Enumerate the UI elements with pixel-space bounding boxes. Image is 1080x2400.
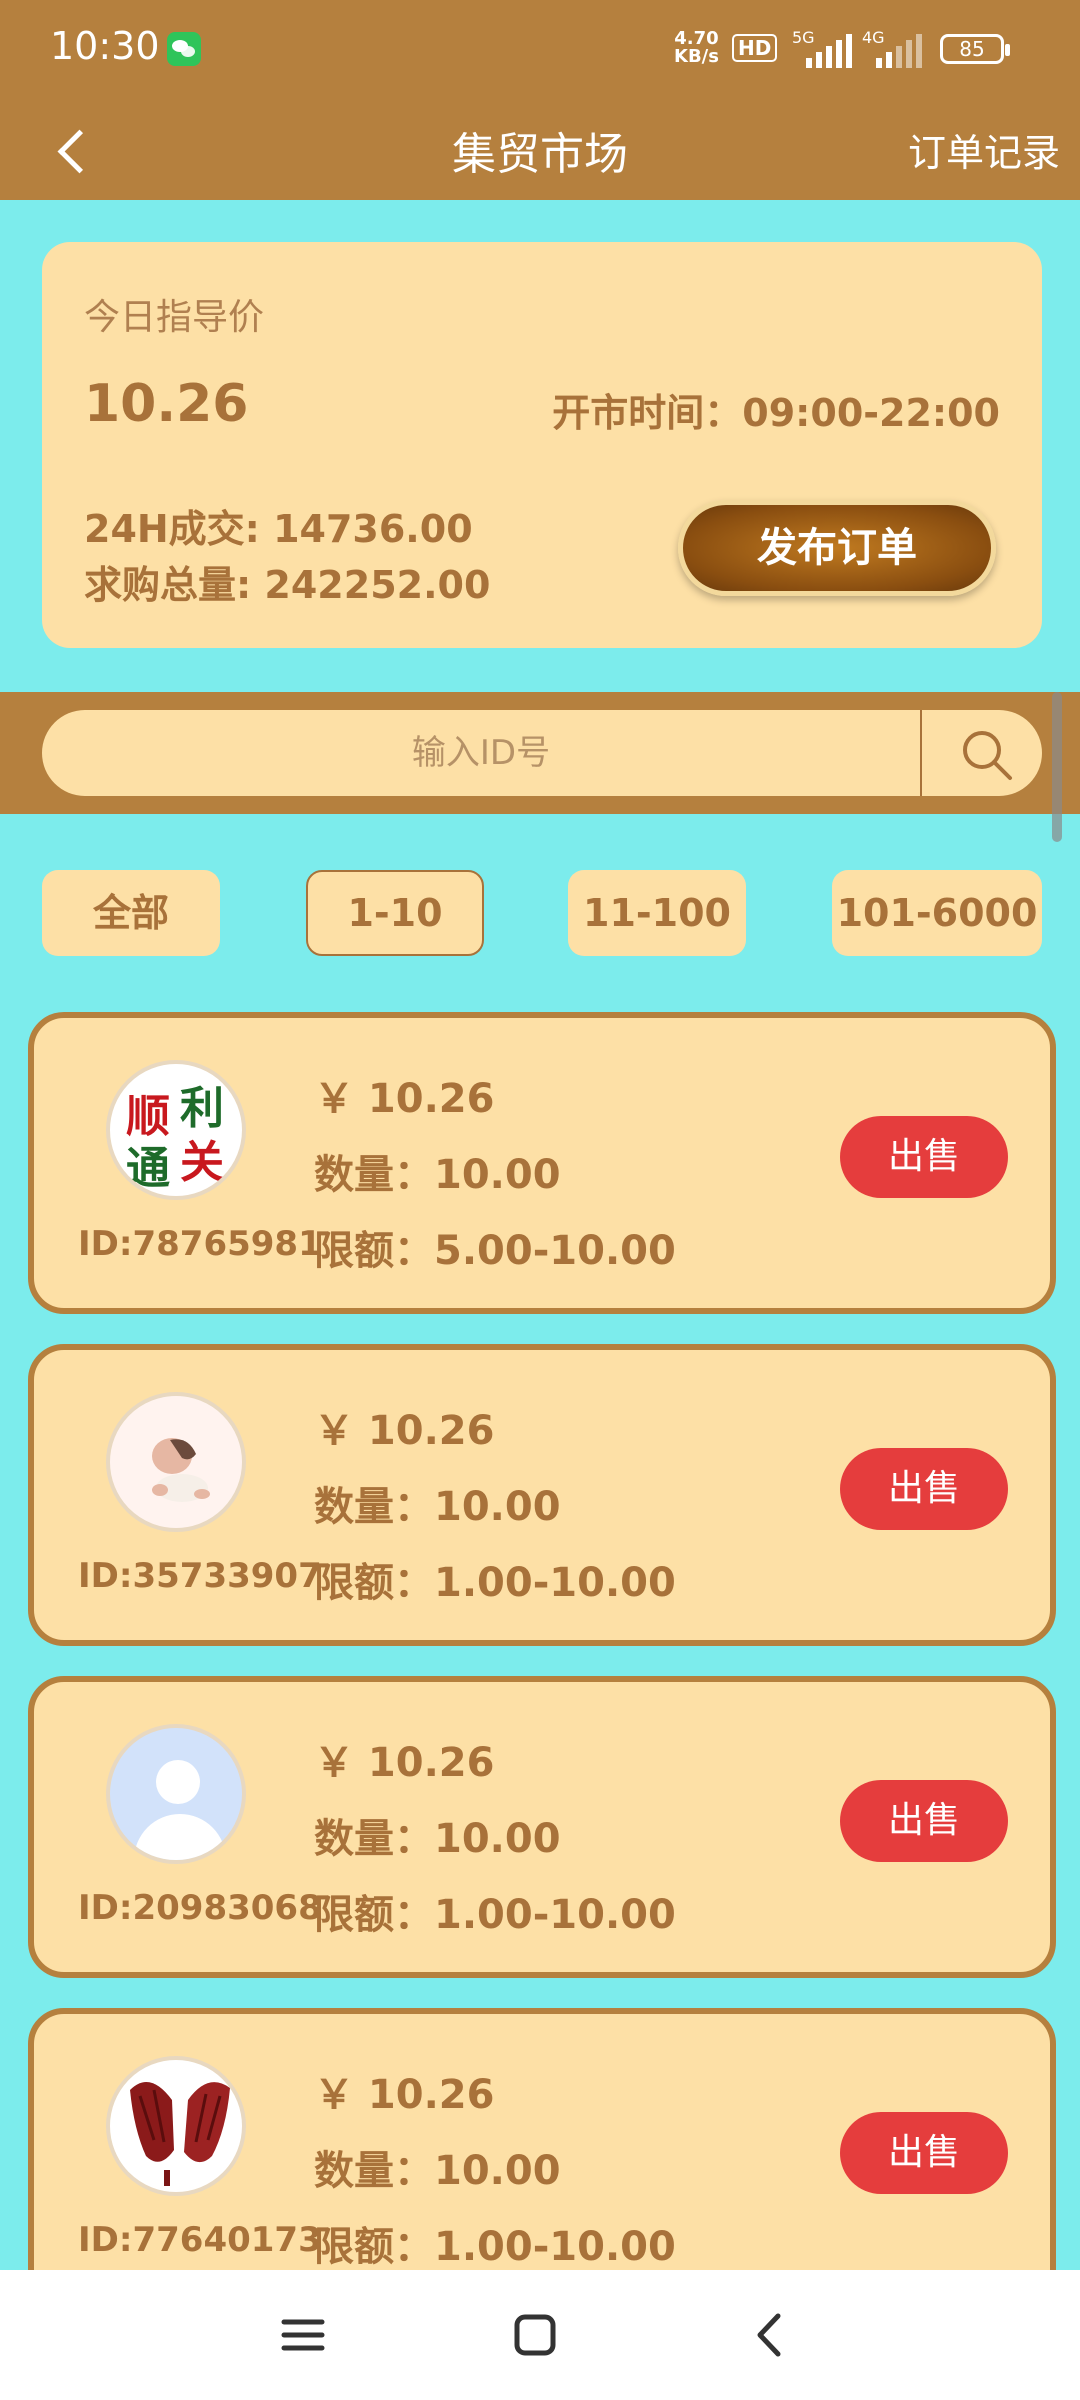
network-speed-unit: KB/s — [674, 46, 719, 67]
filter-tab-1-10[interactable]: 1-10 — [306, 870, 484, 956]
signal-4g-icon: 4G — [862, 28, 922, 68]
search-button[interactable] — [922, 710, 1042, 796]
guide-price-value: 10.26 — [84, 374, 249, 434]
listing-limit: 限额：1.00-10.00 — [314, 1560, 676, 1606]
wechat-notification-icon — [167, 32, 201, 66]
market-hours: 开市时间：09:00-22:00 — [552, 391, 1000, 435]
listing-card: ID:77640173 ￥ 10.26 数量：10.00 限额：1.00-10.… — [28, 2008, 1056, 2310]
avatar — [106, 1724, 246, 1864]
scrollbar[interactable] — [1052, 692, 1062, 842]
listing-quantity: 数量：10.00 — [314, 1152, 561, 1198]
search-box: 输入ID号 — [42, 710, 1042, 796]
avatar — [106, 1392, 246, 1532]
status-bar: 10:30 4.70 KB/s HD 5G 4G 85 — [0, 0, 1080, 100]
listing-user-id: ID:20983068 — [78, 1888, 322, 1928]
avatar-shunli-tongguan: 顺 利 通 关 — [110, 1064, 242, 1196]
listing-quantity: 数量：10.00 — [314, 1816, 561, 1862]
battery-icon: 85 — [940, 34, 1010, 64]
filter-tab-11-100[interactable]: 11-100 — [568, 870, 746, 956]
avatar — [106, 2056, 246, 2196]
listing-limit: 限额：1.00-10.00 — [314, 1892, 676, 1938]
system-nav-bar — [0, 2270, 1080, 2400]
baby-avatar-image — [152, 1438, 210, 1502]
volume-24h: 24H成交: 14736.00 — [84, 507, 473, 551]
avatar-char: 通 — [126, 1143, 170, 1194]
listing-card: ID:35733907 ￥ 10.26 数量：10.00 限额：1.00-10.… — [28, 1344, 1056, 1646]
listing-limit: 限额：5.00-10.00 — [314, 1228, 676, 1274]
sell-button[interactable]: 出售 — [840, 1116, 1008, 1198]
filter-tab-101-6000[interactable]: 101-6000 — [832, 870, 1042, 956]
sell-button[interactable]: 出售 — [840, 1448, 1008, 1530]
default-avatar-body — [134, 1814, 226, 1860]
avatar: 顺 利 通 关 — [106, 1060, 246, 1200]
signal-5g-icon: 5G — [792, 28, 852, 68]
filter-tab-all[interactable]: 全部 — [42, 870, 220, 956]
listing-limit: 限额：1.00-10.00 — [314, 2224, 676, 2270]
listing-card: 顺 利 通 关 ID:78765981 ￥ 10.26 数量：10.00 限额：… — [28, 1012, 1056, 1314]
listing-card: ID:20983068 ￥ 10.26 数量：10.00 限额：1.00-10.… — [28, 1676, 1056, 1978]
avatar-char: 关 — [180, 1137, 224, 1188]
back-nav-icon[interactable] — [734, 2300, 804, 2370]
listing-price: ￥ 10.26 — [314, 1076, 495, 1122]
listing-price: ￥ 10.26 — [314, 1408, 495, 1454]
status-time: 10:30 — [50, 24, 160, 68]
search-input[interactable]: 输入ID号 — [42, 710, 920, 796]
search-bar: 输入ID号 — [0, 692, 1080, 814]
default-avatar-icon — [156, 1760, 200, 1804]
search-icon — [963, 731, 1012, 780]
menu-icon[interactable] — [268, 2300, 338, 2370]
listing-user-id: ID:77640173 — [78, 2220, 322, 2260]
listing-price: ￥ 10.26 — [314, 1740, 495, 1786]
listing-quantity: 数量：10.00 — [314, 1484, 561, 1530]
guide-price-label: 今日指导价 — [84, 297, 265, 338]
network-speed: 4.70 KB/s — [674, 30, 719, 66]
hd-icon: HD — [732, 34, 778, 62]
top-bar: 10:30 4.70 KB/s HD 5G 4G 85 集贸市场 订单记录 — [0, 0, 1080, 200]
publish-order-button[interactable]: 发布订单 — [678, 500, 996, 596]
market-info-card: 今日指导价 10.26 开市时间：09:00-22:00 24H成交: 1473… — [42, 242, 1042, 648]
listing-user-id: ID:35733907 — [78, 1556, 322, 1596]
app-header: 集贸市场 订单记录 — [0, 100, 1080, 200]
home-icon[interactable] — [500, 2300, 570, 2370]
hands-avatar-image — [130, 2082, 230, 2186]
listing-user-id: ID:78765981 — [78, 1224, 322, 1264]
battery-level: 85 — [959, 37, 985, 61]
listing-price: ￥ 10.26 — [314, 2072, 495, 2118]
sell-button[interactable]: 出售 — [840, 2112, 1008, 2194]
sell-button[interactable]: 出售 — [840, 1780, 1008, 1862]
listing-quantity: 数量：10.00 — [314, 2148, 561, 2194]
order-records-link[interactable]: 订单记录 — [908, 122, 1060, 177]
total-demand: 求购总量: 242252.00 — [84, 563, 491, 607]
